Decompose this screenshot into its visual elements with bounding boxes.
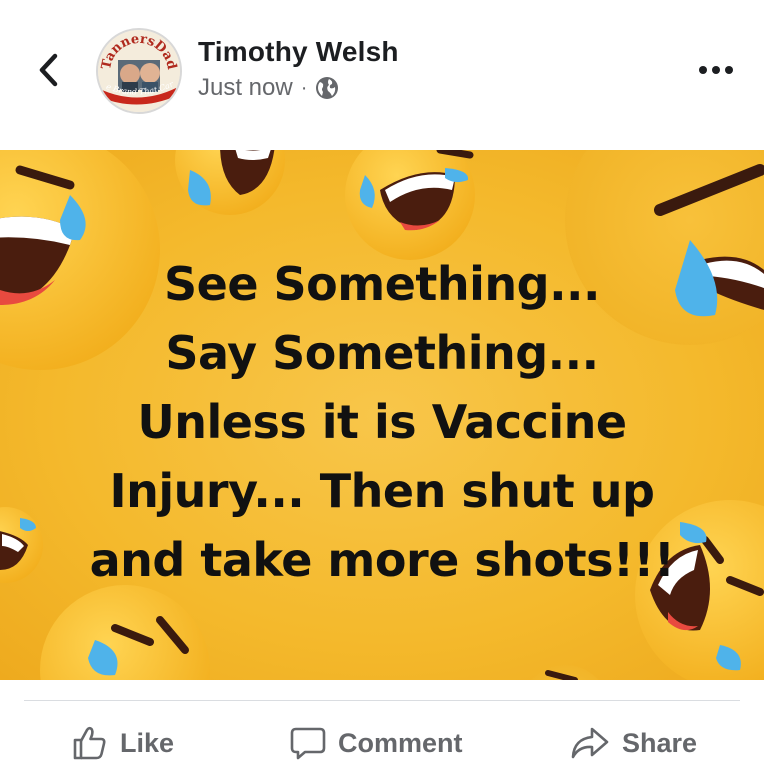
more-options-icon-dot — [725, 66, 733, 74]
comment-label: Comment — [338, 727, 463, 758]
thumbs-up-icon — [73, 726, 106, 760]
post-header: TannersDad The Brand That Cares Timothy … — [0, 0, 764, 150]
share-label: Share — [622, 727, 698, 758]
image-caption: See Something... Say Something... Unless… — [0, 250, 764, 595]
author-name[interactable]: Timothy Welsh — [198, 36, 399, 68]
caption-line: Injury... Then shut up — [109, 464, 655, 518]
like-button[interactable]: Like — [72, 712, 174, 774]
author-avatar[interactable]: TannersDad The Brand That Cares — [96, 28, 182, 114]
more-options-button[interactable] — [692, 55, 740, 85]
action-bar: Like Comment Share — [0, 712, 764, 774]
action-bar-divider — [24, 700, 740, 701]
back-button[interactable] — [28, 50, 68, 90]
post-meta: Just now · — [198, 74, 339, 102]
chevron-left-icon — [39, 53, 58, 87]
laughing-crying-emoji — [531, 665, 599, 680]
caption-line: Unless it is Vaccine — [137, 395, 627, 449]
post-image[interactable]: See Something... Say Something... Unless… — [0, 150, 764, 680]
caption-line: and take more shots!!! — [89, 533, 675, 587]
laughing-crying-emoji — [175, 150, 285, 215]
meta-separator: · — [300, 76, 308, 99]
comment-button[interactable]: Comment — [290, 712, 463, 774]
laughing-crying-emoji — [345, 150, 475, 260]
more-options-icon-dot — [712, 66, 720, 74]
share-arrow-icon — [571, 727, 609, 759]
tannersdad-logo: TannersDad The Brand That Cares — [98, 30, 180, 112]
caption-line: Say Something... — [165, 326, 599, 380]
laughing-crying-emoji — [40, 585, 210, 680]
post-time[interactable]: Just now — [198, 74, 293, 102]
like-label: Like — [120, 727, 175, 758]
share-button[interactable]: Share — [570, 712, 697, 774]
globe-icon[interactable] — [315, 76, 339, 100]
caption-line: See Something... — [163, 257, 601, 311]
more-options-icon — [699, 66, 707, 74]
comment-bubble-icon — [290, 727, 326, 760]
facebook-post: TannersDad The Brand That Cares Timothy … — [0, 0, 764, 780]
